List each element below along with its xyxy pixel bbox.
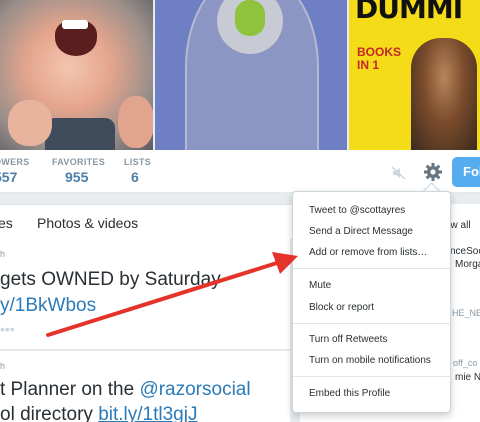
menu-divider [293, 268, 450, 269]
tweet-item[interactable]: h gets OWNED by Saturday y/1BkWbos ••• [0, 239, 290, 350]
profile-actions-dropdown: Tweet to @scottayres Send a Direct Messa… [292, 191, 451, 413]
menu-divider [293, 323, 450, 324]
menu-item-mute[interactable]: Mute [309, 280, 331, 291]
logo-green-dot [235, 0, 265, 36]
tab-photos-videos[interactable]: Photos & videos [37, 215, 138, 231]
tab-tweets-replies[interactable]: es [0, 215, 13, 231]
book-subtitle: BOOKS IN 1 [357, 46, 401, 72]
photo-shirt [45, 118, 115, 150]
photo-teeth [62, 20, 88, 29]
photo-thumb-right [118, 96, 153, 148]
sidebar-user-name[interactable]: Morga [455, 259, 480, 270]
stat-favorites[interactable]: FAVORITES 955 [52, 157, 105, 185]
menu-item-add-remove-lists[interactable]: Add or remove from lists… [309, 247, 427, 258]
stat-label: FAVORITES [52, 157, 106, 167]
photo-thumb-left [8, 100, 52, 146]
tweet-more-dots[interactable]: ••• [0, 321, 15, 337]
header-photo-book: DUMMI BOOKS IN 1 [349, 0, 480, 150]
book-cover-person [411, 38, 477, 150]
header-photo-person [0, 0, 153, 150]
gear-icon[interactable] [422, 161, 444, 183]
profile-stats-bar: OWERS 557 FAVORITES 955 LISTS 6 [0, 150, 480, 193]
tweet-text-line: ol directory bit.ly/1tl3gjJ [0, 404, 197, 422]
book-subtitle-line2: IN 1 [357, 58, 380, 72]
tweet-mention-link[interactable]: @razorsocial [139, 379, 250, 400]
speaker-muted-icon[interactable] [391, 165, 407, 181]
menu-item-mobile-notifications[interactable]: Turn on mobile notifications [309, 355, 431, 366]
menu-item-embed-profile[interactable]: Embed this Profile [309, 388, 390, 399]
stat-value: 557 [0, 169, 18, 185]
tweet-text-line: gets OWNED by Saturday [0, 269, 221, 290]
sidebar-user-handle[interactable]: off_co [453, 358, 477, 368]
stat-lists[interactable]: LISTS 6 [124, 157, 151, 185]
tweet-timestamp: h [0, 249, 6, 259]
follow-button[interactable]: Fol [452, 157, 480, 187]
tweet-text: t Planner on the [0, 379, 140, 400]
stat-followers[interactable]: OWERS 557 [0, 157, 30, 185]
tweet-text-line: t Planner on the @razorsocial [0, 379, 251, 401]
menu-divider [293, 376, 450, 377]
tweet-link[interactable]: y/1BkWbos [0, 295, 96, 317]
tweet-item[interactable]: h t Planner on the @razorsocial ol direc… [0, 351, 290, 422]
sidebar-user-name[interactable]: nceSoc [450, 246, 480, 257]
menu-item-block-report[interactable]: Block or report [309, 302, 374, 313]
stat-value: 6 [131, 169, 139, 185]
stat-value: 955 [65, 169, 89, 185]
header-photo-logo [155, 0, 347, 150]
tweet-timestamp: h [0, 361, 6, 371]
stat-label: LISTS [124, 157, 152, 167]
menu-item-turn-off-retweets[interactable]: Turn off Retweets [309, 334, 387, 345]
sidebar-user-name[interactable]: mie Nis [455, 372, 480, 383]
stat-label: OWERS [0, 157, 30, 167]
tweet-url-link[interactable]: bit.ly/1tl3gjJ [98, 404, 197, 422]
profile-tabs: es Photos & videos [0, 204, 300, 240]
tweet-text: ol directory [0, 404, 99, 422]
book-title: DUMMI [355, 0, 463, 25]
menu-item-tweet-to[interactable]: Tweet to @scottayres [309, 205, 405, 216]
profile-header-photos: DUMMI BOOKS IN 1 [0, 0, 480, 150]
menu-item-direct-message[interactable]: Send a Direct Message [309, 226, 413, 237]
sidebar-user-handle[interactable]: HE_NEW [452, 308, 480, 318]
